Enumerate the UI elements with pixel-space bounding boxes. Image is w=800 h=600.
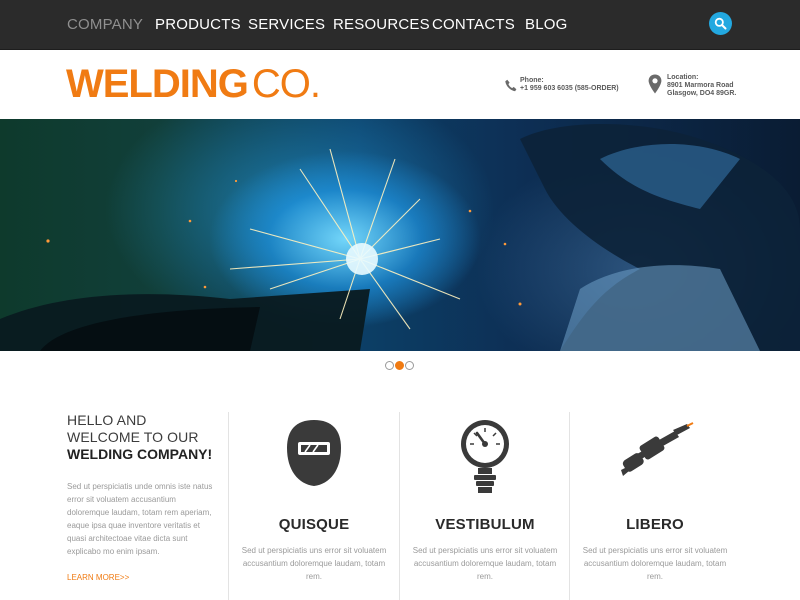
welding-sparks-illustration xyxy=(0,124,800,351)
nav-item-resources[interactable]: RESOURCES xyxy=(333,16,430,33)
search-icon xyxy=(714,17,727,30)
column-divider xyxy=(569,412,570,600)
intro-heading-strong: WELDING COMPANY! xyxy=(67,446,213,462)
nav-item-contacts[interactable]: CONTACTS xyxy=(432,16,515,33)
intro-heading-line2: WELCOME TO OUR xyxy=(67,429,199,445)
pressure-gauge-icon xyxy=(461,420,509,493)
location-pin-icon xyxy=(648,74,662,94)
feature-title: QUISQUE xyxy=(278,516,350,533)
nav-item-blog[interactable]: BLOG xyxy=(525,16,567,33)
learn-more-link[interactable]: LEARN MORE>> xyxy=(67,573,129,582)
slider-dot-3[interactable] xyxy=(405,361,414,370)
intro-heading-line1: HELLO AND xyxy=(67,412,147,428)
column-divider xyxy=(228,412,229,600)
logo-light-text: CO. xyxy=(251,62,321,106)
logo-strong-text: WELDING xyxy=(66,62,249,106)
intro-body-text: Sed ut perspiciatis unde omnis iste natu… xyxy=(67,482,213,556)
nav-item-products[interactable]: PRODUCTS xyxy=(155,16,241,33)
welding-torch-icon xyxy=(621,422,694,476)
top-navigation: COMPANY PRODUCTS SERVICES RESOURCES CONT… xyxy=(0,0,800,50)
search-button[interactable] xyxy=(709,12,732,35)
location-label: Location: xyxy=(667,74,699,81)
phone-label: Phone: xyxy=(520,77,544,84)
site-header: WELDING CO. Phone: +1 959 603 6035 (585-O… xyxy=(0,50,800,119)
feature-title: VESTIBULUM xyxy=(435,516,535,533)
feature-title: LIBERO xyxy=(626,516,684,533)
feature-text: Sed ut perspiciatis uns error sit voluat… xyxy=(412,546,558,581)
nav-item-services[interactable]: SERVICES xyxy=(248,16,325,33)
location-line1: 8901 Marmora Road xyxy=(667,82,734,89)
column-divider xyxy=(399,412,400,600)
site-logo[interactable]: WELDING CO. xyxy=(66,61,321,107)
feature-text: Sed ut perspiciatis uns error sit voluat… xyxy=(241,546,387,581)
phone-icon xyxy=(505,79,517,92)
location-line2: Glasgow, DO4 89GR. xyxy=(667,90,737,97)
slider-dot-1[interactable] xyxy=(385,361,394,370)
feature-text: Sed ut perspiciatis uns error sit voluat… xyxy=(582,546,728,581)
hero-slider-image xyxy=(0,119,800,351)
phone-value[interactable]: +1 959 603 6035 (585-ORDER) xyxy=(520,85,630,93)
nav-item-company[interactable]: COMPANY xyxy=(67,16,143,33)
welding-mask-icon xyxy=(287,420,341,486)
slider-dot-2[interactable] xyxy=(395,361,404,370)
intro-section: HELLO AND WELCOME TO OUR WELDING COMPANY… xyxy=(67,412,217,582)
